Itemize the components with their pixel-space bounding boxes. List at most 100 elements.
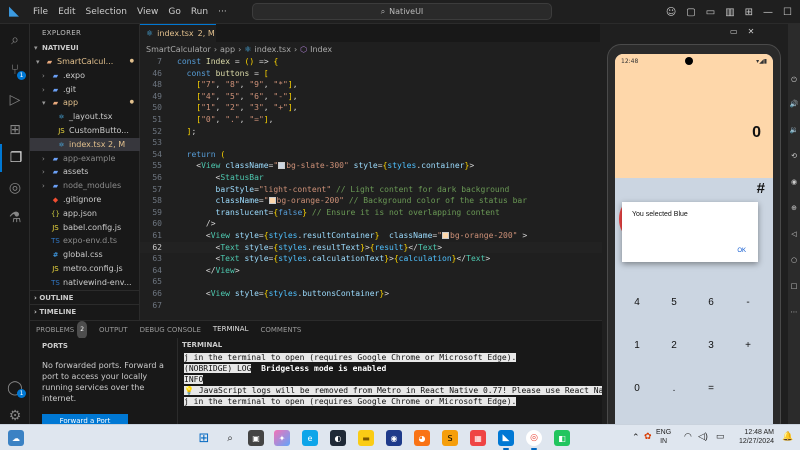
tree-file[interactable]: ⚛ _layout.tsx	[30, 110, 140, 123]
tree-folder[interactable]: ▾ ▰ SmartCalcul... ●	[30, 55, 140, 68]
code-line[interactable]: 51 ["0", ".", "="],	[140, 114, 602, 125]
app-icon[interactable]: ▦	[470, 430, 486, 446]
code-line[interactable]: 54 return (	[140, 149, 602, 160]
code-line[interactable]: 59 translucent={false} // Ensure it is n…	[140, 207, 602, 218]
code-line[interactable]: 55 <View className=" bg-slate-300" style=…	[140, 160, 602, 171]
emulator-close-icon[interactable]: ✕	[748, 27, 755, 36]
panel-tab-comments[interactable]: COMMENTS	[254, 321, 307, 339]
project-root[interactable]: ▾ NATIVEUI	[30, 42, 140, 55]
menu-edit[interactable]: Edit	[53, 7, 80, 17]
calc-key[interactable]: 4	[621, 286, 653, 318]
source-control-icon[interactable]: ⑂ 1	[0, 56, 30, 84]
dialog-ok-button[interactable]: OK	[737, 248, 746, 254]
sublime-icon[interactable]: S	[442, 430, 458, 446]
code-line[interactable]: 62 <Text style={styles.resultText}>{resu…	[140, 241, 602, 253]
firefox-icon[interactable]: ◕	[414, 430, 430, 446]
wifi-icon[interactable]: ◠	[684, 432, 692, 441]
language-indicator[interactable]: ENG IN	[656, 428, 671, 446]
volume-down-icon[interactable]: 🔉	[788, 124, 800, 136]
battery-icon[interactable]: ▭	[716, 432, 725, 441]
code-line[interactable]: 7 const Index = () => {	[140, 56, 602, 67]
notification-bell-icon[interactable]: 🔔	[782, 432, 793, 441]
code-line[interactable]: 57 barStyle="light-content" // Light con…	[140, 184, 602, 195]
tree-file[interactable]: JS CustomButto...	[30, 124, 140, 137]
more-icon[interactable]: ⋯	[788, 306, 800, 318]
minimize-window-icon[interactable]: —	[763, 7, 773, 18]
search-icon[interactable]: ⌕	[0, 26, 30, 54]
widgets-icon[interactable]: ☁	[8, 430, 24, 446]
clock[interactable]: 12:48 AM 12/27/2024	[730, 428, 774, 446]
vscode-taskbar-icon[interactable]: ◣	[498, 430, 514, 450]
tree-file[interactable]: JS metro.config.js	[30, 262, 140, 275]
chrome-icon[interactable]: ◎	[526, 430, 542, 450]
back-icon[interactable]: ◁	[788, 228, 800, 240]
calc-key[interactable]: 0	[621, 372, 653, 404]
start-icon[interactable]: ⊞	[196, 430, 212, 446]
tree-file[interactable]: ◆ .gitignore	[30, 193, 140, 206]
tree-folder[interactable]: › ▰ app-example	[30, 152, 140, 165]
panel-tab-problems[interactable]: PROBLEMS 2	[30, 320, 93, 339]
code-line[interactable]: 56 <StatusBar	[140, 172, 602, 183]
breadcrumb-item[interactable]: app	[220, 45, 235, 54]
calc-key[interactable]: 5	[658, 286, 690, 318]
code-line[interactable]: 49 ["4", "5", "6", "-"],	[140, 91, 602, 102]
tree-folder[interactable]: › ▰ .git	[30, 83, 140, 96]
calc-key[interactable]: +	[732, 329, 764, 361]
menu-file[interactable]: File	[28, 7, 53, 17]
calc-key[interactable]: -	[732, 286, 764, 318]
tree-file[interactable]: ⚛ index.tsx 2, M	[30, 137, 140, 151]
layout-icon[interactable]: ⊞	[745, 7, 753, 18]
command-center-search[interactable]: ⌕ NativeUI	[252, 3, 552, 20]
tray-overflow-icon[interactable]: ⌃	[632, 433, 640, 442]
code-line[interactable]: 53	[140, 137, 602, 148]
calc-key[interactable]: 1	[621, 329, 653, 361]
volume-up-icon[interactable]: 🔊	[788, 98, 800, 110]
panel-tab-output[interactable]: OUTPUT	[93, 321, 134, 339]
run-debug-icon[interactable]: ▷	[0, 86, 30, 114]
emulator-restore-icon[interactable]: ▭	[730, 27, 738, 36]
breadcrumb-item[interactable]: SmartCalculator	[146, 45, 211, 54]
app-icon[interactable]: ◉	[386, 430, 402, 446]
code-line[interactable]: 58 className=" bg-orange-200" // Backgrou…	[140, 195, 602, 206]
toggle-secondary-sidebar-icon[interactable]: ▥	[725, 7, 734, 18]
tree-file[interactable]: TS expo-env.d.ts	[30, 234, 140, 247]
app-tray-icon[interactable]: ✿	[644, 432, 652, 441]
code-line[interactable]: 46 const buttons = [	[140, 68, 602, 79]
toggle-sidebar-icon[interactable]: ▢	[686, 7, 695, 18]
maximize-window-icon[interactable]: ☐	[783, 7, 792, 18]
code-line[interactable]: 65	[140, 276, 602, 287]
code-line[interactable]: 67	[140, 300, 602, 311]
menu-go[interactable]: Go	[163, 7, 185, 17]
toggle-panel-icon[interactable]: ▭	[706, 7, 715, 18]
menu-run[interactable]: Run	[186, 7, 213, 17]
code-line[interactable]: 61 <View style={styles.resultContainer} …	[140, 230, 602, 241]
edge-icon[interactable]: e	[302, 430, 318, 446]
power-icon[interactable]: ⏻	[788, 74, 800, 86]
menu-view[interactable]: View	[132, 7, 163, 17]
menu-selection[interactable]: Selection	[81, 7, 132, 17]
code-editor[interactable]: 7 const Index = () => {46 const buttons =…	[140, 56, 602, 320]
tree-folder[interactable]: › ▰ .expo	[30, 69, 140, 82]
task-view-icon[interactable]: ▣	[248, 430, 264, 446]
breadcrumb-item[interactable]: index.tsx	[254, 45, 290, 54]
tree-file[interactable]: {} app.json	[30, 207, 140, 220]
home-icon[interactable]: ○	[788, 254, 800, 266]
rotate-icon[interactable]: ⟲	[788, 150, 800, 162]
code-line[interactable]: 52 ];	[140, 126, 602, 137]
calc-key[interactable]: 2	[658, 329, 690, 361]
menu-more[interactable]: ···	[213, 7, 232, 17]
panel-tab-terminal[interactable]: TERMINAL	[206, 321, 255, 339]
search-icon[interactable]: ⌕	[222, 430, 238, 446]
testing-icon[interactable]: ⚗	[0, 204, 30, 232]
tree-file[interactable]: TS nativewind-env...	[30, 276, 140, 289]
outline-section[interactable]: › OUTLINE	[30, 290, 140, 304]
extensions-icon[interactable]: ⊞	[0, 116, 30, 144]
tree-file[interactable]: # global.css	[30, 248, 140, 261]
calc-key[interactable]: 6	[695, 286, 727, 318]
copilot-app-icon[interactable]: ✦	[274, 430, 290, 446]
calc-key[interactable]: =	[695, 372, 727, 404]
account-icon[interactable]: ◯ 1	[0, 374, 30, 402]
volume-icon[interactable]: ◁)	[698, 432, 708, 441]
file-explorer-icon[interactable]: ▬	[358, 430, 374, 446]
breadcrumb-item[interactable]: Index	[310, 45, 332, 54]
